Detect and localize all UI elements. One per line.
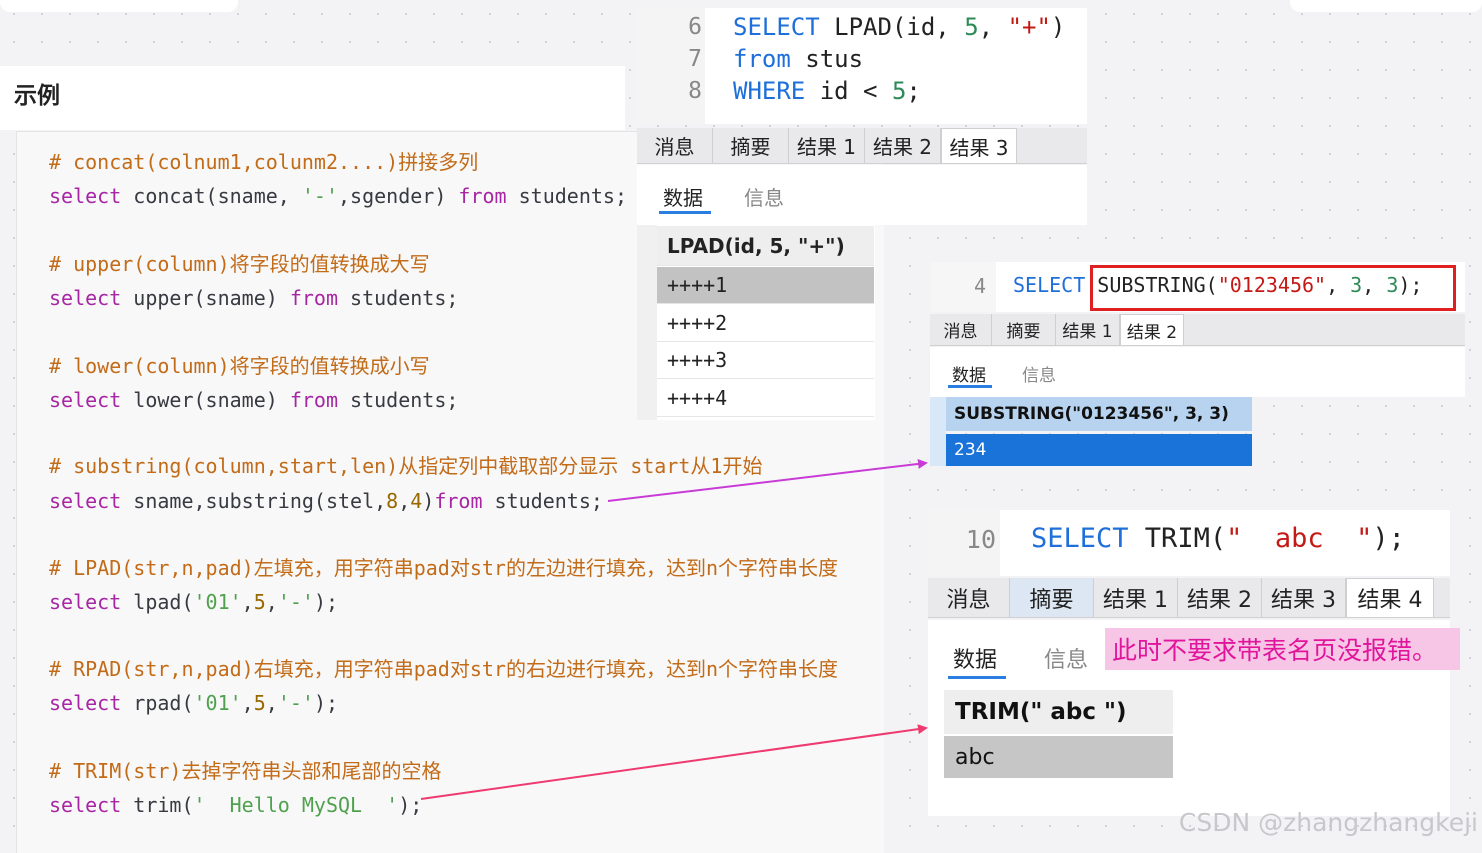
- watermark: CSDN @zhangzhangkeji: [1178, 808, 1478, 837]
- arrow-trim: [420, 724, 928, 800]
- arrow-substring: [607, 458, 928, 502]
- annotation-arrows: [420, 458, 928, 800]
